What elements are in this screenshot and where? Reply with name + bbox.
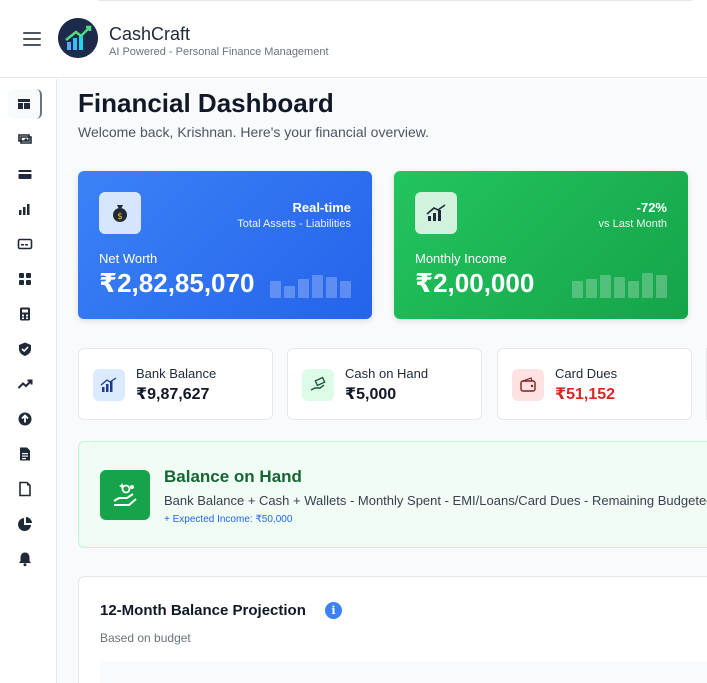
monthly-income-badge-sub: vs Last Month [598, 218, 667, 230]
info-icon[interactable]: i [325, 602, 342, 619]
net-worth-badge: Real-time [292, 200, 351, 215]
wallet-icon [512, 369, 544, 401]
net-worth-badge-sub: Total Assets - Liabilities [237, 218, 351, 230]
card-dues-amount: ₹51,152 [555, 386, 616, 403]
bank-balance-label: Bank Balance [136, 366, 217, 381]
monthly-income-label: Monthly Income [415, 251, 507, 266]
balance-projection-panel: 12-Month Balance Projection i Based on b… [78, 576, 707, 683]
hand-coins-icon [100, 470, 150, 520]
grid-icon [19, 273, 31, 285]
expected-income-text: + Expected Income: ₹50,000 [164, 514, 293, 525]
app-name: CashCraft [109, 24, 191, 44]
hamburger-menu-icon[interactable] [23, 32, 41, 46]
main-content: Financial Dashboard Welcome back, Krishn… [57, 79, 707, 683]
cash-on-hand-label: Cash on Hand [345, 366, 429, 381]
sidebar-item-wallets[interactable] [8, 229, 42, 259]
app-tagline: AI Powered - Personal Finance Management [109, 46, 329, 58]
monthly-income-amount: ₹2,00,000 [415, 268, 535, 298]
monthly-income-card[interactable]: -72% vs Last Month Monthly Income ₹2,00,… [394, 171, 688, 319]
bell-icon [19, 552, 31, 567]
balance-on-hand-title: Balance on Hand [164, 467, 302, 486]
hand-cash-icon [302, 369, 334, 401]
card-dues-card[interactable]: Card Dues ₹51,152 [497, 348, 692, 420]
header-divider [98, 0, 692, 1]
sidebar-item-documents[interactable] [8, 439, 42, 469]
projection-subtitle: Based on budget [100, 631, 191, 645]
balance-on-hand-formula: Bank Balance + Cash + Wallets - Monthly … [164, 493, 707, 508]
monthly-income-badge: -72% [636, 200, 667, 215]
net-worth-amount: ₹2,82,85,070 [99, 268, 255, 298]
sidebar-item-reports[interactable] [8, 194, 42, 224]
net-worth-label: Net Worth [99, 251, 158, 266]
net-worth-sparkbars [270, 272, 351, 298]
bank-chart-icon [93, 369, 125, 401]
projection-title: 12-Month Balance Projection [100, 602, 306, 619]
pie-chart-icon [18, 517, 32, 531]
projection-chart-area [100, 661, 707, 683]
svg-text:$: $ [117, 212, 123, 222]
upload-icon [18, 412, 32, 426]
sidebar-item-analytics[interactable] [8, 509, 42, 539]
sidebar [0, 79, 57, 683]
sidebar-item-categories[interactable] [8, 264, 42, 294]
sidebar-item-calculator[interactable] [8, 299, 42, 329]
bar-chart-icon [19, 204, 30, 215]
bank-balance-amount: ₹9,87,627 [136, 386, 210, 403]
trending-up-icon [17, 379, 33, 389]
sidebar-item-investments[interactable] [8, 369, 42, 399]
page-title: Financial Dashboard [78, 88, 334, 118]
sidebar-item-files[interactable] [8, 474, 42, 504]
money-bag-icon: $ [99, 192, 141, 234]
sidebar-item-money[interactable] [8, 124, 42, 154]
balance-on-hand-panel: Balance on Hand Bank Balance + Cash + Wa… [78, 441, 707, 548]
wallet-card-icon [17, 238, 33, 250]
card-dues-label: Card Dues [555, 366, 618, 381]
cash-on-hand-card[interactable]: Cash on Hand ₹5,000 [287, 348, 482, 420]
dashboard-icon [18, 99, 30, 109]
net-worth-card[interactable]: $ Real-time Total Assets - Liabilities N… [78, 171, 372, 319]
bank-balance-card[interactable]: Bank Balance ₹9,87,627 [78, 348, 273, 420]
growth-chart-icon [415, 192, 457, 234]
sidebar-item-notifications[interactable] [8, 544, 42, 574]
file-icon [19, 481, 31, 497]
app-header: CashCraft AI Powered - Personal Finance … [0, 0, 707, 78]
calculator-icon [20, 307, 30, 321]
document-icon [20, 447, 30, 461]
sidebar-item-insurance[interactable] [8, 334, 42, 364]
sidebar-item-cards[interactable] [8, 159, 42, 189]
shield-icon [19, 342, 31, 356]
monthly-income-sparkbars [572, 272, 667, 298]
page-subtitle: Welcome back, Krishnan. Here's your fina… [78, 124, 430, 140]
sidebar-item-dashboard[interactable] [8, 89, 42, 119]
money-icon [18, 134, 32, 144]
cash-on-hand-amount: ₹5,000 [345, 386, 397, 403]
credit-card-icon [18, 170, 32, 179]
sidebar-item-upload[interactable] [8, 404, 42, 434]
app-logo [58, 18, 98, 58]
